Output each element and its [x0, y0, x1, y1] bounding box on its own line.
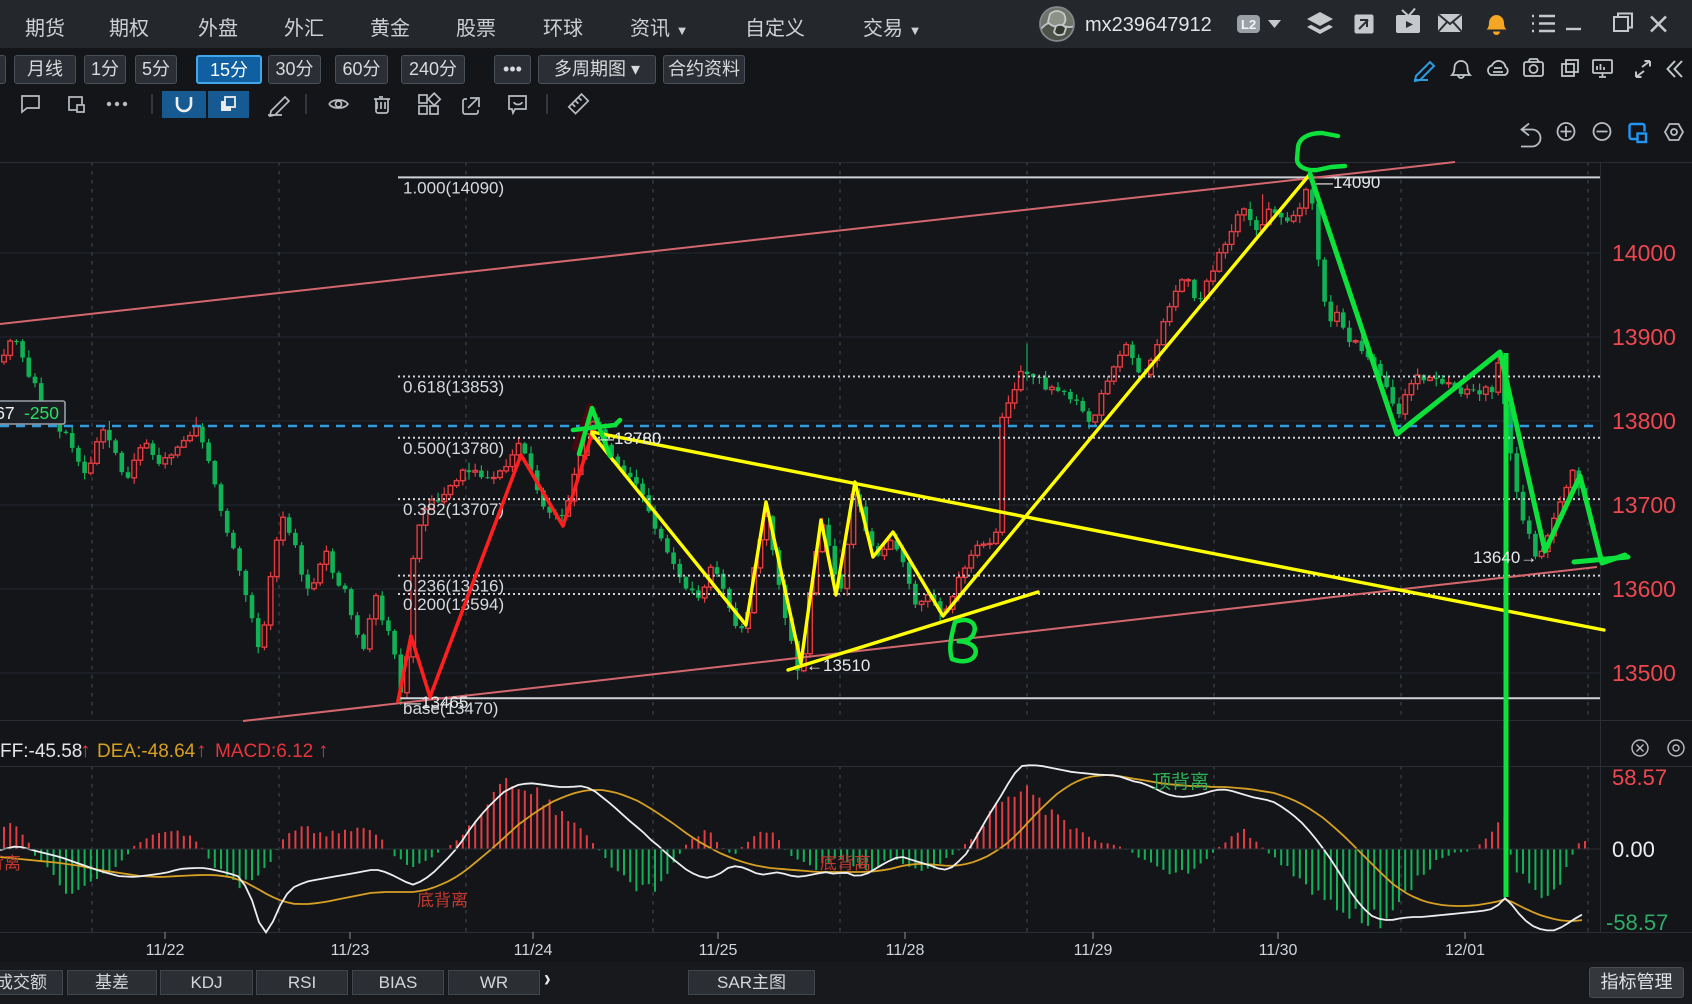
- svg-text:←13510: ←13510: [806, 656, 870, 675]
- svg-text:0.618(13853): 0.618(13853): [403, 378, 504, 397]
- svg-text:11/24: 11/24: [514, 942, 553, 959]
- svg-text:0.500(13780): 0.500(13780): [403, 439, 504, 458]
- svg-text:—14090: —14090: [1316, 173, 1380, 192]
- svg-text:底背离: 底背离: [0, 854, 21, 873]
- svg-text:0.200(13594): 0.200(13594): [403, 595, 504, 614]
- svg-text:底背离: 底背离: [417, 891, 468, 910]
- svg-text:↑: ↑: [80, 739, 91, 762]
- svg-text:0.382(13707): 0.382(13707): [403, 500, 504, 519]
- svg-text:12/01: 12/01: [1445, 942, 1485, 959]
- svg-text:底背离: 底背离: [820, 854, 871, 873]
- svg-text:0.236(13616): 0.236(13616): [403, 577, 504, 596]
- svg-text:11/30: 11/30: [1259, 942, 1298, 959]
- svg-text:—13780: —13780: [597, 429, 661, 448]
- svg-text:L2: L2: [1241, 17, 1256, 32]
- svg-text:13640→: 13640→: [1473, 548, 1537, 567]
- svg-text:-58.57: -58.57: [1606, 910, 1668, 935]
- svg-text:MACD:6.12: MACD:6.12: [215, 741, 313, 762]
- svg-text:1.000(14090): 1.000(14090): [403, 178, 504, 197]
- svg-text:↑: ↑: [196, 739, 207, 762]
- svg-text:13900: 13900: [1612, 324, 1676, 350]
- svg-text:—13465: —13465: [404, 693, 468, 712]
- svg-text:58.57: 58.57: [1612, 765, 1667, 790]
- svg-text:11/29: 11/29: [1074, 942, 1113, 959]
- svg-text:FF:-45.58: FF:-45.58: [0, 741, 82, 762]
- svg-text:13800: 13800: [1612, 408, 1676, 434]
- svg-text:-250: -250: [24, 403, 59, 423]
- svg-text:14000: 14000: [1612, 240, 1676, 266]
- svg-text:DEA:-48.64: DEA:-48.64: [97, 741, 196, 762]
- svg-text:11/22: 11/22: [146, 942, 185, 959]
- svg-text:13600: 13600: [1612, 576, 1676, 602]
- svg-text:13767: 13767: [0, 403, 15, 423]
- svg-text:11/28: 11/28: [886, 942, 925, 959]
- svg-text:0.00: 0.00: [1612, 837, 1655, 862]
- svg-text:13700: 13700: [1612, 492, 1676, 518]
- svg-text:11/25: 11/25: [699, 942, 738, 959]
- svg-text:13500: 13500: [1612, 660, 1676, 686]
- svg-text:mx239647912: mx239647912: [1085, 14, 1212, 36]
- svg-text:顶背离: 顶背离: [1152, 771, 1209, 793]
- svg-text:11/23: 11/23: [331, 942, 370, 959]
- svg-text:↑: ↑: [318, 739, 329, 762]
